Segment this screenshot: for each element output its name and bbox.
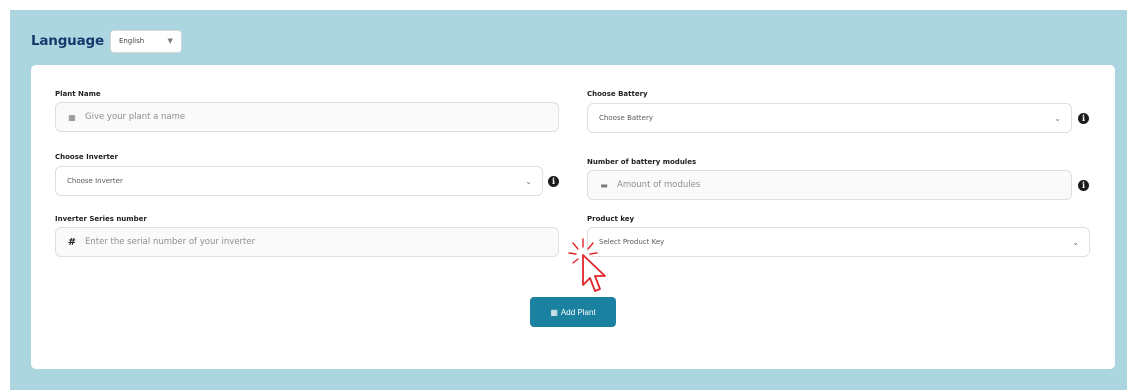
product-key-label: Product key xyxy=(587,215,635,223)
battery-modules-label: Number of battery modules xyxy=(587,158,697,166)
language-selected-value: English xyxy=(118,37,145,45)
choose-battery-label: Choose Battery xyxy=(587,90,648,98)
inverter-series-placeholder: Enter the serial number of your inverter xyxy=(85,237,256,247)
grid-icon: ▦ xyxy=(550,307,558,317)
chevron-down-icon: ⌄ xyxy=(1072,237,1079,247)
battery-modules-input[interactable]: ▬ Amount of modules xyxy=(587,170,1072,200)
add-plant-label: Add Plant xyxy=(560,307,596,317)
choose-battery-select[interactable]: Choose Battery ⌄ xyxy=(587,103,1072,133)
add-plant-button[interactable]: ▦ Add Plant xyxy=(530,297,616,327)
product-key-select[interactable]: Select Product Key ⌄ xyxy=(587,227,1090,257)
product-key-value: Select Product Key xyxy=(599,238,665,246)
inverter-series-input[interactable]: # Enter the serial number of your invert… xyxy=(55,227,559,257)
battery-modules-placeholder: Amount of modules xyxy=(617,180,701,190)
choose-battery-value: Choose Battery xyxy=(599,114,653,122)
plant-name-label: Plant Name xyxy=(55,90,101,98)
grid-icon: ▦ xyxy=(68,112,76,122)
inverter-info-icon[interactable]: i xyxy=(548,176,559,187)
language-select[interactable]: English ▼ xyxy=(109,29,182,53)
plant-name-placeholder: Give your plant a name xyxy=(85,112,186,122)
choose-inverter-value: Choose Inverter xyxy=(67,177,123,185)
chevron-down-icon: ⌄ xyxy=(525,176,532,186)
choose-inverter-label: Choose Inverter xyxy=(55,153,118,161)
chevron-down-icon: ⌄ xyxy=(1054,113,1061,123)
page-background: Language English ▼ Plant Name ▦ Give you… xyxy=(10,10,1127,390)
caret-down-icon: ▼ xyxy=(167,37,173,45)
battery-icon: ▬ xyxy=(600,180,608,190)
hash-icon: # xyxy=(67,236,77,248)
language-row: Language English ▼ xyxy=(31,29,182,53)
plant-name-input[interactable]: ▦ Give your plant a name xyxy=(55,102,559,132)
plant-form-card: Plant Name ▦ Give your plant a name Choo… xyxy=(31,65,1115,369)
battery-modules-info-icon[interactable]: i xyxy=(1078,180,1089,191)
battery-info-icon[interactable]: i xyxy=(1078,113,1089,124)
inverter-series-label: Inverter Series number xyxy=(55,215,147,223)
choose-inverter-select[interactable]: Choose Inverter ⌄ xyxy=(55,166,543,196)
language-title: Language xyxy=(31,33,104,49)
